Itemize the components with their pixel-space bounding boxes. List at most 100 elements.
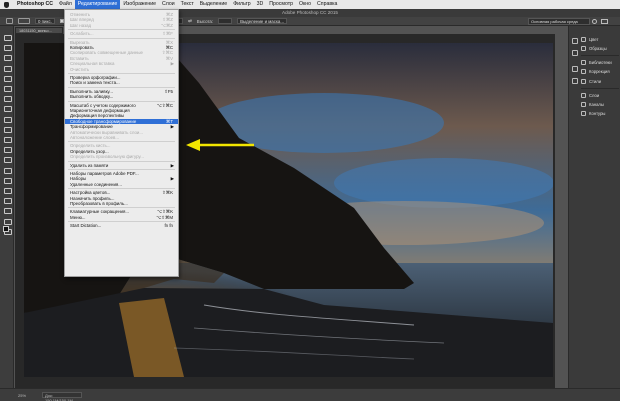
dock-panel-label: Библиотеки [589, 60, 612, 65]
edit-menu-item: Ослабить... ⇧⌘F [65, 31, 178, 36]
dock-panel-item[interactable]: Каналы [581, 101, 619, 108]
clone-stamp-icon[interactable] [3, 116, 12, 123]
menu-items: Файл Редактирование Изображение Слои Текст Вы… [56, 0, 340, 9]
crop-tool-icon[interactable] [3, 75, 12, 82]
menu-item[interactable]: Выделение [197, 0, 231, 9]
edit-menu-item[interactable]: Удаленные соединения... [65, 182, 178, 187]
swap-icon[interactable]: ⇄ [188, 18, 192, 24]
menu-separator [68, 86, 175, 88]
lasso-tool-icon[interactable] [3, 54, 12, 62]
dock-panel-item[interactable]: Цвет [581, 36, 619, 43]
arrow-icon [186, 139, 254, 151]
swatches-icon [581, 46, 586, 51]
document-tab[interactable]: 18031150_миньо... [15, 27, 63, 34]
dock-panel-label: Стили [589, 79, 602, 84]
menu-item-shortcut: fn fn [164, 223, 173, 229]
dock-panel-item[interactable]: Контуры [581, 110, 619, 117]
dock-panel-item[interactable]: Стили [581, 78, 619, 85]
feather-input[interactable]: 0 пикс. [35, 18, 55, 24]
type-tool-icon[interactable] [3, 187, 12, 194]
brush-tool-icon[interactable] [3, 105, 12, 113]
foreground-color-swatch[interactable] [3, 226, 9, 232]
workspace-layout-icon[interactable] [601, 19, 608, 24]
menu-item-label: Удаленные соединения... [70, 181, 122, 187]
menu-item-shortcut: ⌥⌘Z [160, 22, 173, 28]
quick-select-tool-icon[interactable] [3, 65, 12, 72]
edit-menu-item[interactable]: Преобразовать в профиль... [65, 201, 178, 206]
menu-item[interactable]: Справка [314, 0, 340, 9]
move-tool-icon[interactable] [3, 34, 12, 41]
edit-menu-item[interactable]: Удалить из памяти ▶ [65, 163, 178, 168]
menu-item[interactable]: Изображение [120, 0, 159, 9]
shape-tool-icon[interactable] [3, 207, 12, 215]
apple-icon[interactable] [4, 1, 9, 8]
height-input[interactable] [218, 18, 233, 24]
menu-item[interactable]: Просмотр [266, 0, 296, 9]
healing-brush-icon[interactable] [3, 95, 12, 103]
menu-separator [68, 29, 175, 31]
marquee-tool-icon[interactable] [3, 44, 12, 52]
dock-panel-item[interactable]: Слои [581, 92, 619, 99]
edit-menu-item[interactable]: Start Dictation... fn fn [65, 223, 178, 228]
hand-tool-icon[interactable] [3, 218, 12, 225]
dodge-tool-icon[interactable] [3, 167, 12, 174]
color-icon [581, 37, 586, 42]
search-icon[interactable] [592, 19, 597, 24]
edit-menu-item: Шаг назад ⌥⌘Z [65, 23, 178, 28]
history-icon[interactable] [572, 38, 578, 44]
libraries-icon [581, 60, 586, 65]
menu-separator [68, 160, 175, 162]
dock-panel-item[interactable]: Библиотеки [581, 59, 619, 66]
dock-panel-label: Коррекция [589, 69, 610, 74]
pen-tool-icon[interactable] [3, 177, 12, 184]
dock-icon-strip [568, 26, 580, 388]
path-select-icon[interactable] [3, 197, 12, 205]
history-brush-icon[interactable] [3, 126, 12, 133]
menu-app[interactable]: Photoshop CC [14, 0, 56, 9]
workspace-select[interactable]: Основная рабочая среда [528, 18, 590, 25]
zoom-level[interactable]: 25% [18, 393, 26, 398]
edit-menu-item: Очистить [65, 67, 178, 72]
menu-item[interactable]: Редактирование [74, 0, 121, 9]
menu-item[interactable]: Слои [159, 0, 178, 9]
edit-menu-item[interactable]: Поиск и замена текста... [65, 80, 178, 85]
dock-panel-item[interactable]: Образцы [581, 45, 619, 52]
edit-menu: Отменить ⌘Z Шаг вперед ⇧⌘Z Шаг назад ⌥⌘Z Ослаб… [64, 9, 179, 277]
menu-item-label: Клавиатурные сокращения... [70, 209, 129, 215]
eraser-tool-icon[interactable] [3, 136, 12, 143]
gradient-tool-icon[interactable] [3, 146, 12, 154]
menu-item[interactable]: Фильтр [230, 0, 253, 9]
styles-icon [581, 79, 586, 84]
menu-item[interactable]: 3D [254, 0, 267, 9]
dock-panel-label: Цвет [589, 37, 599, 42]
selection-mode-icon[interactable] [18, 18, 30, 24]
tools-panel [0, 26, 14, 395]
edit-menu-item[interactable]: Выполнить обводку... [65, 94, 178, 99]
menu-item[interactable]: Файл [56, 0, 75, 9]
menu-item-label: Трансформирование [70, 124, 113, 130]
document-info[interactable]: Док: 150,1M/150,1M [42, 392, 82, 401]
eyedropper-tool-icon[interactable] [3, 85, 12, 92]
dock-panel-item[interactable]: Коррекция [581, 68, 619, 75]
menu-item[interactable]: Текст [178, 0, 197, 9]
menu-item-label: Наборы [70, 176, 87, 182]
blur-tool-icon[interactable] [3, 156, 12, 164]
channels-icon [581, 102, 586, 107]
properties-icon[interactable] [572, 50, 578, 56]
menu-separator [68, 141, 175, 143]
menu-item-label: Шаг вперед [70, 17, 94, 23]
select-and-mask-button[interactable]: Выделение и маска... [237, 18, 288, 24]
menu-item-label: Определить произвольную фигуру... [70, 154, 144, 160]
marquee-tool-icon[interactable] [6, 18, 13, 24]
menu-item-label: Настройка цветов... [70, 190, 111, 196]
paragraph-icon[interactable] [572, 66, 578, 72]
menu-item-label: Наборы параметров Adobe PDF... [70, 171, 139, 176]
dock-panel-label: Каналы [589, 102, 604, 107]
menu-separator [68, 188, 175, 190]
menu-item-label: Удалить из памяти [70, 162, 109, 168]
menu-item-label: Свободное трансформирование [70, 118, 137, 124]
menu-item-shortcut: ⌥⇧⌘M [156, 214, 173, 220]
menu-item[interactable]: Окно [296, 0, 314, 9]
edit-menu-item[interactable]: Меню... ⌥⇧⌘M [65, 215, 178, 220]
character-icon[interactable] [572, 78, 578, 84]
